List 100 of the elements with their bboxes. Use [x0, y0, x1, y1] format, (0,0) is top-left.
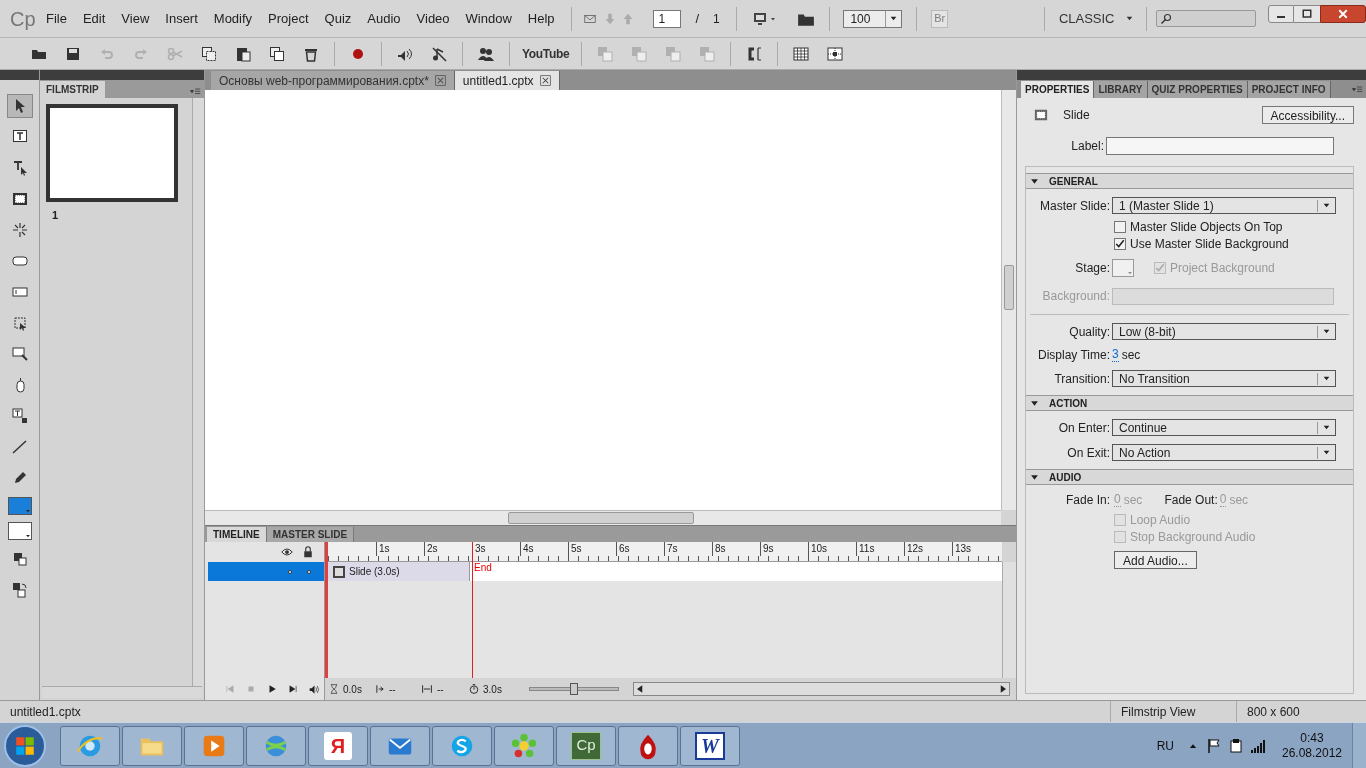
lock-icon	[302, 546, 314, 558]
panel-tab[interactable]: PROPERTIES	[1021, 81, 1095, 98]
unit-label: sec	[1121, 347, 1141, 364]
menu-item[interactable]: Window	[457, 8, 520, 29]
menu-item[interactable]: View	[113, 8, 158, 29]
taskbar-button[interactable]	[246, 725, 306, 766]
taskbar-button[interactable]	[184, 725, 244, 766]
snap-grid-icon	[827, 45, 844, 62]
device-icon	[1228, 737, 1244, 754]
caret-icon	[1127, 270, 1133, 276]
taskbar-button[interactable]	[494, 725, 554, 766]
taskbar-button[interactable]	[432, 725, 492, 766]
panel-tab[interactable]: MASTER SLIDE	[266, 527, 355, 542]
workspace-switcher[interactable]: CLASSIC	[1058, 8, 1134, 29]
app-letter: Cp	[571, 731, 601, 760]
color-swatch[interactable]	[7, 522, 32, 540]
slide-thumbnail[interactable]	[46, 104, 178, 202]
dropdown[interactable]: No Action	[1112, 444, 1336, 461]
panel-tab[interactable]: TIMELINE	[207, 527, 267, 542]
checkbox[interactable]: Master Slide Objects On Top	[1114, 220, 1353, 233]
zoom-dropdown[interactable]: 100	[843, 9, 903, 28]
document-tab[interactable]: untitled1.cptx	[454, 71, 560, 90]
restore-button[interactable]	[1294, 4, 1320, 23]
taskbar-button[interactable]	[618, 725, 678, 766]
taskbar-button[interactable]	[60, 725, 120, 766]
menu-item[interactable]: Quiz	[316, 8, 360, 29]
note-slash-icon	[431, 45, 447, 62]
taskbar-button[interactable]	[122, 725, 182, 766]
scrollbar[interactable]	[1002, 562, 1016, 678]
windows-logo-icon	[15, 735, 35, 756]
section-header[interactable]: ACTION	[1026, 395, 1353, 411]
app-logo: Cp	[9, 6, 37, 32]
dropdown[interactable]: Low (8-bit)	[1112, 323, 1336, 340]
youtube-button[interactable]: YouTube	[516, 44, 576, 63]
language-indicator[interactable]: RU	[1156, 736, 1174, 755]
close-button[interactable]	[1320, 4, 1366, 23]
menu-item[interactable]: Insert	[157, 8, 206, 29]
document-tab[interactable]: Основы web-программирования.cptx*	[211, 71, 455, 90]
menu-item[interactable]: Edit	[74, 8, 114, 29]
menu-item[interactable]: Project	[260, 8, 317, 29]
unit-label: sec	[1229, 492, 1249, 509]
taskbar-button[interactable]: Cp	[556, 725, 616, 766]
slide-number-field[interactable]: 1	[653, 9, 682, 28]
stacked-squares-icon	[699, 45, 716, 62]
panel-tab[interactable]: LIBRARY	[1094, 81, 1148, 98]
search-field[interactable]	[1156, 10, 1256, 27]
clock-date[interactable]: 26.08.2012	[1281, 745, 1343, 761]
scrollbar[interactable]	[633, 682, 1010, 696]
checkbox[interactable]: Use Master Slide Background	[1114, 237, 1353, 250]
field-label: Stage:	[1074, 260, 1111, 277]
slide-bar[interactable]: Slide (3.0s)	[328, 562, 470, 581]
caret-icon	[1124, 14, 1134, 23]
field-label: Quality:	[1068, 323, 1111, 341]
minimize-button[interactable]	[1268, 4, 1294, 23]
scrollbar[interactable]	[192, 98, 204, 686]
section-header[interactable]: GENERAL	[1026, 173, 1353, 189]
time-ruler[interactable]: 1s 2s 3s 4s 5s 6s 7s 8s 9s 10s 11s 12s 13s	[328, 542, 1002, 562]
preview-button[interactable]	[752, 10, 777, 27]
tool-button[interactable]	[6, 94, 33, 118]
time-value[interactable]: 3	[1112, 348, 1119, 362]
close-icon	[1337, 7, 1349, 20]
start-button[interactable]	[4, 724, 46, 767]
scrollbar[interactable]	[1001, 90, 1016, 510]
accessibility-button[interactable]: Accessibility...	[1261, 106, 1354, 124]
close-icon	[434, 75, 446, 86]
widget-icon	[11, 408, 28, 424]
current-time: 0.0s	[343, 682, 363, 697]
restore-icon	[1301, 7, 1313, 20]
clock-time[interactable]: 0:43	[1300, 730, 1324, 746]
panel-tab[interactable]: PROJECT INFO	[1247, 81, 1331, 98]
dropdown[interactable]: No Transition	[1112, 370, 1336, 387]
dropdown[interactable]: Continue	[1112, 419, 1336, 436]
field-label: Label:	[1070, 138, 1105, 155]
scrollbar[interactable]	[205, 510, 1001, 525]
slide-number: 1	[52, 208, 60, 223]
color-picker[interactable]	[1112, 259, 1134, 277]
speaker-icon	[309, 683, 320, 695]
menu-item[interactable]: Help	[519, 8, 563, 29]
menu-item[interactable]: File	[38, 8, 75, 29]
menu-item[interactable]: Modify	[205, 8, 261, 29]
panel-tab[interactable]: FILMSTRIP	[40, 81, 105, 98]
dropdown[interactable]: 1 (Master Slide 1)	[1112, 197, 1336, 214]
zoom-slider[interactable]	[529, 683, 619, 695]
label-field[interactable]	[1106, 137, 1334, 155]
color-swatch[interactable]	[7, 497, 32, 515]
scrollbar[interactable]	[42, 686, 202, 698]
menu-item[interactable]: Video	[408, 8, 458, 29]
add-audio-button[interactable]: Add Audio...	[1114, 551, 1197, 569]
section-header[interactable]: AUDIO	[1026, 469, 1353, 485]
taskbar-button[interactable]: W	[680, 725, 740, 766]
slide-total: 1	[713, 10, 720, 28]
grid-icon	[793, 45, 810, 62]
panel-tab[interactable]: QUIZ PROPERTIES	[1147, 81, 1248, 98]
text-pointer-icon	[11, 160, 28, 176]
field-label: On Exit:	[1066, 444, 1111, 462]
menu-item[interactable]: Audio	[359, 8, 409, 29]
taskbar-button[interactable]: Я	[308, 725, 368, 766]
bracket-icon	[746, 45, 763, 62]
people-icon	[478, 45, 494, 62]
flag-icon	[1206, 737, 1222, 754]
